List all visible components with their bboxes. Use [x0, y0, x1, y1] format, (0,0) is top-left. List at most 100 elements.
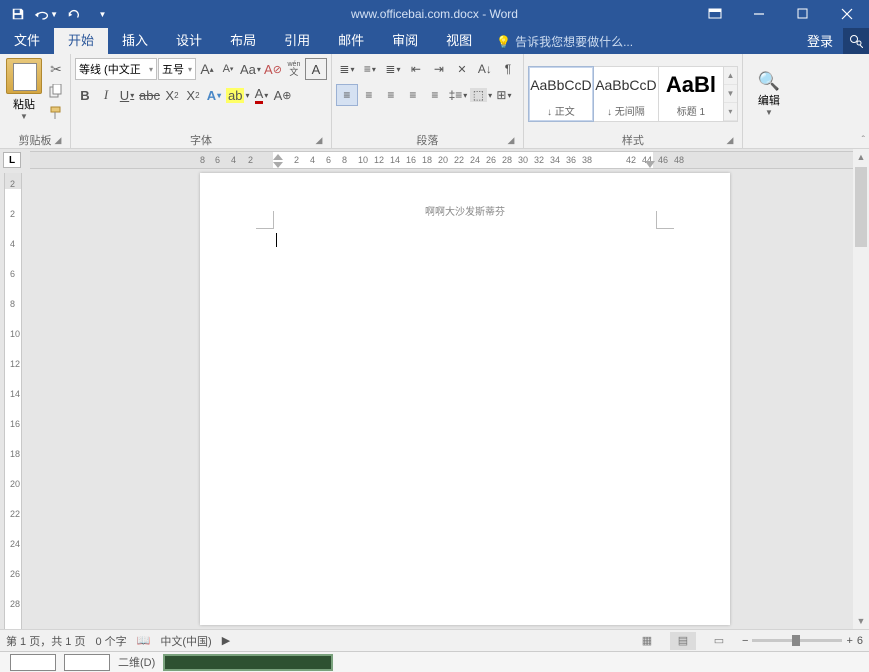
find-button[interactable]: 🔍 编辑 ▼	[747, 71, 791, 117]
highlight-button[interactable]: ab▾	[225, 84, 250, 106]
tab-selector[interactable]: L	[3, 152, 21, 168]
ltr-button[interactable]: ✕	[451, 58, 473, 80]
styles-gallery[interactable]: AaBbCcD↓ 正文 AaBbCcD↓ 无间隔 AaBl标题 1 ▲▼▾	[528, 66, 738, 122]
editing-label: 编辑	[747, 92, 791, 108]
vertical-ruler[interactable]: 2246810121416182022242628	[4, 173, 22, 629]
tab-view[interactable]: 视图	[432, 26, 486, 54]
readmode-button[interactable]: ▦	[634, 632, 660, 650]
signin-button[interactable]: 登录	[797, 27, 843, 54]
vertical-scrollbar[interactable]: ▲ ▼	[853, 149, 869, 629]
align-right-button[interactable]: ≡	[380, 84, 402, 106]
group-label-paragraph: 段落	[416, 135, 438, 147]
tab-home[interactable]: 开始	[54, 26, 108, 54]
weblayout-button[interactable]: ▭	[706, 632, 732, 650]
status-bar: 第 1 页，共 1 页 0 个字 📖 中文(中国) ▶ ▦ ▤ ▭ − + 6	[0, 629, 869, 651]
bullets-button[interactable]: ≣▾	[336, 58, 358, 80]
save-button[interactable]	[6, 3, 30, 25]
paste-button[interactable]: 粘贴 ▼	[4, 56, 44, 121]
tab-design[interactable]: 设计	[162, 26, 216, 54]
sort-button[interactable]: A↓	[474, 58, 496, 80]
phonetic-button[interactable]: wén文	[284, 58, 304, 80]
shrink-font-button[interactable]: A▾	[218, 58, 238, 80]
indent-marker[interactable]	[273, 154, 283, 168]
distribute-button[interactable]: ≡	[424, 84, 446, 106]
tab-review[interactable]: 审阅	[378, 26, 432, 54]
zoom-value[interactable]: 6	[857, 635, 863, 647]
char-border-button[interactable]: A	[305, 58, 327, 80]
zoom-out-button[interactable]: −	[742, 635, 748, 647]
horizontal-ruler[interactable]: 8642246810121416182022242628303234363842…	[30, 151, 853, 169]
minimize-button[interactable]	[737, 0, 781, 28]
text-effects-button[interactable]: A▾	[204, 84, 224, 106]
macro-icon[interactable]: ▶	[222, 634, 230, 647]
dialog-launcher-paragraph[interactable]: ◢	[505, 135, 517, 147]
dialog-launcher-styles[interactable]: ◢	[724, 135, 736, 147]
bold-button[interactable]: B	[75, 84, 95, 106]
borders-button[interactable]: ⊞▾	[493, 84, 515, 106]
undo-button[interactable]: ▼	[34, 3, 58, 25]
help-search-button[interactable]	[843, 28, 869, 54]
zoom-in-button[interactable]: +	[846, 635, 852, 647]
tell-me[interactable]: 💡告诉我您想要做什么...	[486, 29, 643, 54]
ribbon-tabs: 文件 开始 插入 设计 布局 引用 邮件 审阅 视图 💡告诉我您想要做什么...…	[0, 28, 869, 54]
maximize-button[interactable]	[781, 0, 825, 28]
line-spacing-button[interactable]: ‡≡▾	[447, 84, 469, 106]
tab-mailings[interactable]: 邮件	[324, 26, 378, 54]
copy-button[interactable]	[46, 81, 66, 101]
superscript-button[interactable]: X2	[183, 84, 203, 106]
align-center-button[interactable]: ≡	[358, 84, 380, 106]
change-case-button[interactable]: Aa▾	[239, 58, 262, 80]
underline-button[interactable]: U▾	[117, 84, 137, 106]
numbering-button[interactable]: ≡▾	[359, 58, 381, 80]
align-left-button[interactable]: ≡	[336, 84, 358, 106]
style-nospacing[interactable]: AaBbCcD↓ 无间隔	[593, 66, 659, 122]
enclose-char-button[interactable]: A⊕	[272, 84, 292, 106]
dialog-launcher-font[interactable]: ◢	[313, 135, 325, 147]
font-name-value: 等线 (中文正	[79, 61, 141, 77]
tab-layout[interactable]: 布局	[216, 26, 270, 54]
tab-insert[interactable]: 插入	[108, 26, 162, 54]
language-indicator[interactable]: 中文(中国)	[160, 633, 211, 649]
page[interactable]: 啊啊大沙发斯蒂芬	[200, 173, 730, 625]
show-marks-button[interactable]: ¶	[497, 58, 519, 80]
cut-button[interactable]: ✂	[46, 59, 66, 79]
shading-button[interactable]: ⬚▾	[470, 84, 492, 106]
subscript-button[interactable]: X2	[162, 84, 182, 106]
printlayout-button[interactable]: ▤	[670, 632, 696, 650]
format-painter-button[interactable]	[46, 103, 66, 123]
collapse-ribbon-button[interactable]: ˆ	[862, 135, 865, 146]
font-color-button[interactable]: A▾	[251, 84, 271, 106]
redo-button[interactable]	[62, 3, 86, 25]
italic-button[interactable]: I	[96, 84, 116, 106]
multilevel-button[interactable]: ≣▾	[382, 58, 404, 80]
chevron-down-icon: ▾	[188, 65, 192, 74]
tab-references[interactable]: 引用	[270, 26, 324, 54]
outdent-button[interactable]: ⇤	[405, 58, 427, 80]
qat-customize[interactable]: ▼	[90, 3, 114, 25]
style-name: ↓ 无间隔	[594, 103, 658, 118]
indent-button[interactable]: ⇥	[428, 58, 450, 80]
style-name: ↓ 正文	[529, 103, 593, 118]
tab-file[interactable]: 文件	[0, 26, 54, 54]
zoom-slider[interactable]	[752, 639, 842, 642]
clear-format-button[interactable]: A⊘	[263, 58, 283, 80]
styles-more[interactable]: ▲▼▾	[723, 66, 738, 122]
style-normal[interactable]: AaBbCcD↓ 正文	[528, 66, 594, 122]
font-size-combo[interactable]: 五号▾	[158, 58, 196, 80]
ruler-tick: 14	[390, 155, 400, 165]
right-indent-marker[interactable]	[645, 161, 655, 168]
strike-button[interactable]: abc	[138, 84, 161, 106]
dialog-launcher-clipboard[interactable]: ◢	[52, 135, 64, 147]
close-button[interactable]	[825, 0, 869, 28]
grow-font-button[interactable]: A▴	[197, 58, 217, 80]
scroll-thumb[interactable]	[855, 167, 867, 247]
page-indicator[interactable]: 第 1 页，共 1 页	[6, 633, 85, 649]
ruler-tick: 8	[10, 299, 15, 309]
font-name-combo[interactable]: 等线 (中文正▾	[75, 58, 157, 80]
style-heading1[interactable]: AaBl标题 1	[658, 66, 724, 122]
spellcheck-icon[interactable]: 📖	[137, 634, 151, 647]
justify-button[interactable]: ≡	[402, 84, 424, 106]
word-count[interactable]: 0 个字	[95, 633, 126, 649]
paste-label: 粘贴	[4, 96, 44, 112]
ribbon-options-button[interactable]	[693, 0, 737, 28]
